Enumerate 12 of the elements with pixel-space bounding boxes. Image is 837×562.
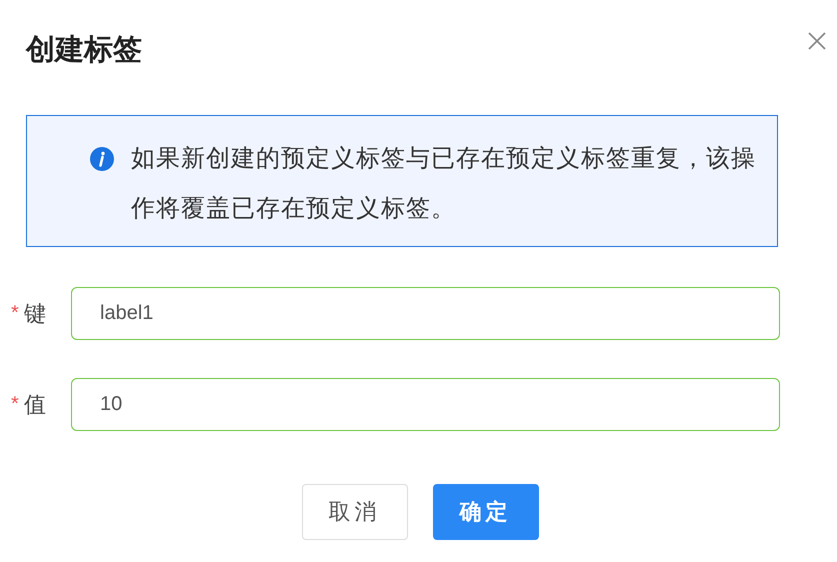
info-text: 如果新创建的预定义标签与已存在预定义标签重复，该操作将覆盖已存在预定义标签。: [131, 144, 757, 224]
required-marker: *: [11, 393, 19, 416]
required-marker: *: [11, 302, 19, 325]
field-label: 值: [24, 390, 46, 418]
info-icon: [90, 147, 114, 171]
field-label: 键: [24, 300, 46, 328]
close-icon[interactable]: [807, 31, 827, 51]
input-field[interactable]: label1: [71, 287, 780, 340]
confirm-button[interactable]: 确定: [432, 484, 538, 540]
input-field[interactable]: 10: [71, 378, 780, 431]
cancel-button[interactable]: 取消: [302, 484, 408, 540]
dialog-title: 创建标签: [26, 33, 142, 68]
